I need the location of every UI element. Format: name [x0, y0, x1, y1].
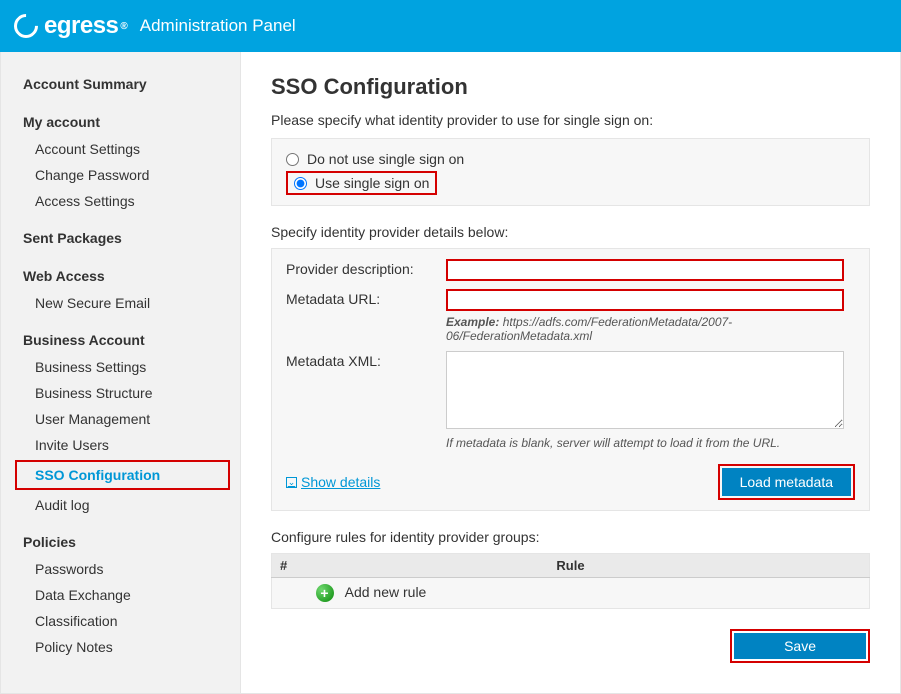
- page-title: SSO Configuration: [271, 74, 870, 100]
- sidebar-section-policies[interactable]: Policies: [1, 528, 240, 556]
- label-metadata-xml: Metadata XML:: [286, 351, 446, 369]
- show-details-link[interactable]: ⌄ Show details: [286, 474, 380, 490]
- metadata-blank-note: If metadata is blank, server will attemp…: [446, 436, 855, 450]
- save-button[interactable]: Save: [734, 633, 866, 659]
- sidebar-section-account-summary[interactable]: Account Summary: [1, 70, 240, 98]
- label-provider-description: Provider description:: [286, 259, 446, 277]
- save-highlight: Save: [730, 629, 870, 663]
- identity-details-panel: Provider description: Metadata URL: Exam…: [271, 248, 870, 511]
- panel-title: Administration Panel: [140, 16, 296, 36]
- rules-intro: Configure rules for identity provider gr…: [271, 529, 870, 545]
- rules-table: # Rule + Add new rule: [271, 553, 870, 609]
- load-metadata-highlight: Load metadata: [718, 464, 855, 500]
- sidebar-item-classification[interactable]: Classification: [1, 608, 240, 634]
- sidebar-item-access-settings[interactable]: Access Settings: [1, 188, 240, 214]
- label-metadata-url: Metadata URL:: [286, 289, 446, 307]
- radio-row-no-sso[interactable]: Do not use single sign on: [286, 149, 855, 169]
- sidebar: Account Summary My account Account Setti…: [1, 52, 241, 693]
- radio-use-sso[interactable]: [294, 177, 307, 190]
- sidebar-item-policy-notes[interactable]: Policy Notes: [1, 634, 240, 660]
- metadata-xml-textarea[interactable]: [446, 351, 844, 429]
- sidebar-section-sent-packages[interactable]: Sent Packages: [1, 224, 240, 252]
- show-details-label: Show details: [301, 474, 380, 490]
- metadata-url-input[interactable]: [446, 289, 844, 311]
- rules-col-actions: [834, 554, 870, 578]
- sidebar-item-account-settings[interactable]: Account Settings: [1, 136, 240, 162]
- sidebar-item-user-management[interactable]: User Management: [1, 406, 240, 432]
- sidebar-item-invite-users[interactable]: Invite Users: [1, 432, 240, 458]
- top-bar: egress ® Administration Panel: [0, 0, 901, 52]
- brand-logo: egress ®: [14, 12, 128, 40]
- example-prefix: Example:: [446, 315, 499, 329]
- sidebar-item-data-exchange[interactable]: Data Exchange: [1, 582, 240, 608]
- sidebar-item-passwords[interactable]: Passwords: [1, 556, 240, 582]
- intro-text: Please specify what identity provider to…: [271, 112, 870, 128]
- sidebar-section-web-access[interactable]: Web Access: [1, 262, 240, 290]
- add-icon: +: [316, 584, 334, 602]
- identity-details-heading: Specify identity provider details below:: [271, 224, 870, 240]
- add-new-rule-row[interactable]: + Add new rule: [272, 578, 870, 609]
- rules-col-rule: Rule: [308, 554, 834, 578]
- load-metadata-button[interactable]: Load metadata: [722, 468, 851, 496]
- add-new-rule-label: Add new rule: [345, 584, 427, 600]
- provider-description-input[interactable]: [446, 259, 844, 281]
- sso-mode-panel: Do not use single sign on Use single sig…: [271, 138, 870, 206]
- radio-no-sso-label: Do not use single sign on: [307, 151, 464, 167]
- rules-col-hash: #: [272, 554, 308, 578]
- radio-use-sso-label: Use single sign on: [315, 175, 429, 191]
- brand-name: egress: [44, 12, 118, 40]
- sidebar-section-business-account[interactable]: Business Account: [1, 326, 240, 354]
- sidebar-item-new-secure-email[interactable]: New Secure Email: [1, 290, 240, 316]
- sidebar-section-my-account[interactable]: My account: [1, 108, 240, 136]
- radio-no-sso[interactable]: [286, 153, 299, 166]
- radio-row-use-sso[interactable]: Use single sign on: [286, 171, 437, 195]
- sidebar-item-change-password[interactable]: Change Password: [1, 162, 240, 188]
- sidebar-item-business-structure[interactable]: Business Structure: [1, 380, 240, 406]
- main-content: SSO Configuration Please specify what id…: [241, 52, 900, 693]
- registered-mark: ®: [120, 21, 127, 32]
- sidebar-item-audit-log[interactable]: Audit log: [1, 492, 240, 518]
- metadata-url-example: Example: https://adfs.com/FederationMeta…: [446, 315, 855, 343]
- logo-mark-icon: [9, 9, 43, 43]
- sidebar-item-business-settings[interactable]: Business Settings: [1, 354, 240, 380]
- chevron-down-icon: ⌄: [286, 477, 297, 488]
- sidebar-item-sso-configuration[interactable]: SSO Configuration: [15, 460, 230, 490]
